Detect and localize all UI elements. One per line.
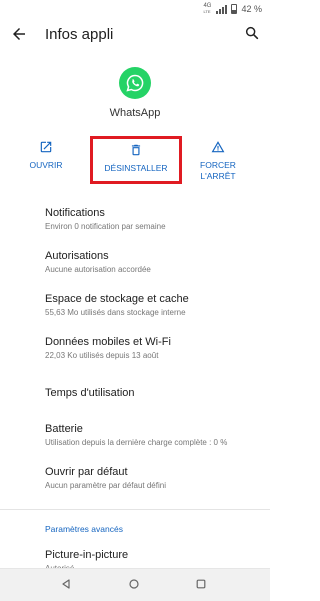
item-title: Autorisations — [45, 250, 109, 262]
item-subtitle: Aucune autorisation accordée — [45, 265, 151, 274]
item-subtitle: Environ 0 notification par semaine — [45, 222, 166, 231]
section-divider — [0, 509, 270, 510]
app-bar: Infos appli — [0, 18, 270, 52]
whatsapp-logo-icon — [119, 67, 151, 99]
item-title: Batterie — [45, 423, 83, 435]
settings-item-storage[interactable]: Espace de stockage et cache 55,63 Mo uti… — [45, 293, 265, 317]
nav-home-icon[interactable] — [129, 579, 139, 589]
settings-item-open-by-default[interactable]: Ouvrir par défaut Aucun paramètre par dé… — [45, 466, 265, 490]
open-button[interactable]: OUVRIR — [23, 140, 69, 171]
battery-level: 42 % — [241, 4, 262, 14]
open-button-label: OUVRIR — [29, 160, 63, 170]
settings-item-permissions[interactable]: Autorisations Aucune autorisation accord… — [45, 250, 265, 274]
signal-icon — [216, 4, 228, 14]
item-title: Temps d'utilisation — [45, 387, 135, 399]
battery-icon — [231, 4, 238, 14]
settings-item-screen-time[interactable]: Temps d'utilisation — [45, 387, 265, 399]
trash-icon — [131, 144, 141, 156]
app-name: WhatsApp — [109, 107, 161, 119]
item-title: Ouvrir par défaut — [45, 466, 128, 478]
item-subtitle: Aucun paramètre par défaut défini — [45, 481, 166, 490]
item-title: Données mobiles et Wi-Fi — [45, 336, 171, 348]
advanced-section-header: Paramètres avancés — [45, 524, 123, 534]
status-bar: 4G LTE 42 % — [0, 0, 270, 18]
nav-back-icon[interactable] — [61, 579, 71, 589]
item-title: Espace de stockage et cache — [45, 293, 189, 305]
item-subtitle: 55,63 Mo utilisés dans stockage interne — [45, 308, 186, 317]
uninstall-button[interactable]: DÉSINSTALLER — [90, 136, 182, 184]
navigation-bar — [0, 568, 270, 601]
force-stop-label-line1: FORCER — [200, 160, 236, 170]
page-title: Infos appli — [45, 26, 114, 43]
settings-item-battery[interactable]: Batterie Utilisation depuis la dernière … — [45, 423, 265, 447]
settings-item-notifications[interactable]: Notifications Environ 0 notification par… — [45, 207, 265, 231]
open-external-icon — [40, 141, 52, 153]
item-subtitle: 22,03 Ko utilisés depuis 13 août — [45, 351, 159, 360]
warning-icon — [211, 141, 225, 153]
search-icon[interactable] — [244, 25, 260, 41]
settings-item-data-usage[interactable]: Données mobiles et Wi-Fi 22,03 Ko utilis… — [45, 336, 265, 360]
uninstall-button-label: DÉSINSTALLER — [104, 163, 168, 173]
force-stop-label-line2: L'ARRÊT — [200, 171, 236, 181]
network-indicator: 4G LTE — [203, 3, 212, 14]
force-stop-button[interactable]: FORCER L'ARRÊT — [195, 140, 241, 182]
arrow-back-icon[interactable] — [10, 25, 28, 43]
item-subtitle: Utilisation depuis la dernière charge co… — [45, 438, 228, 447]
item-title: Notifications — [45, 207, 105, 219]
nav-recents-icon[interactable] — [196, 579, 206, 589]
item-title: Picture-in-picture — [45, 549, 129, 561]
